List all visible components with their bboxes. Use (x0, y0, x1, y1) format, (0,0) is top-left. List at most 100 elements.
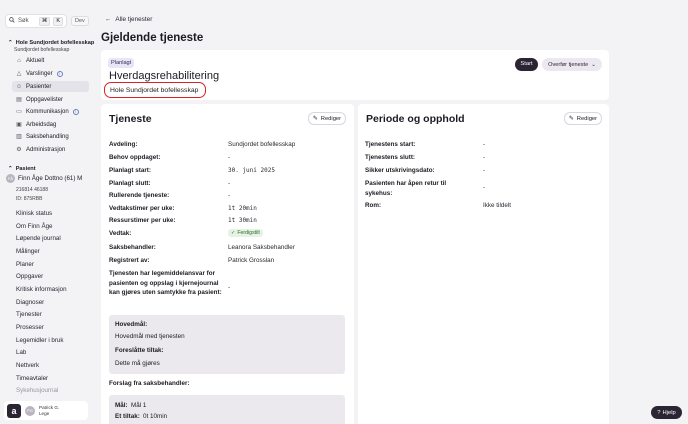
field-label: Registrert av: (109, 257, 150, 264)
sidebar-item-label: Oppgavelister (26, 96, 64, 103)
sidebar-item-oppgavelister[interactable]: ▤ Oppgavelister (12, 94, 89, 105)
status-badge: ✓ Ferdigstilt (228, 229, 263, 237)
sidebar: Søk ⌘ K Dev ⌃ Hole Sundjordet bofellesska… (0, 0, 95, 424)
start-button[interactable]: Start (515, 58, 538, 71)
sidebar-item-saksbehandling[interactable]: ▥ Saksbehandling (12, 131, 89, 142)
patient-nav-om[interactable]: Om Finn Åge (16, 223, 52, 230)
field-label: Ressurstimer per uke: (109, 217, 176, 224)
measure-label: Foreslåtte tiltak: (115, 347, 164, 354)
info-icon: i (56, 70, 63, 77)
patient-nav-planer[interactable]: Planer (16, 261, 34, 268)
user-bar[interactable]: a PG Patrick G. Lege (4, 401, 88, 420)
patient-name: Finn Åge Dottno (61) M (18, 175, 83, 182)
proposal-box: Mål: Mål 1 Et tiltak: 0t 10min (109, 395, 345, 424)
service-name: Hverdagsrehabilitering (109, 70, 220, 82)
proposal-goal-value: Mål 1 (131, 402, 147, 409)
patient-nav-sykehusjournal[interactable]: Sykehusjournal (16, 387, 58, 394)
question-icon: ? (657, 409, 661, 416)
pencil-icon: ✎ (312, 115, 318, 122)
patient-nav-kritisk-info[interactable]: Kritisk informasjon (16, 286, 67, 293)
goal-box: Hovedmål: Hovedmål med tjenesten Foreslå… (109, 315, 345, 374)
patient-nav-journal[interactable]: Løpende journal (16, 235, 61, 242)
service-unit: Hole Sundjordet bofellesskap (104, 82, 206, 98)
patient-number: 216814 46188 (16, 187, 48, 193)
back-link-label: Alle tjenester (115, 16, 153, 23)
field-label: Pasienten har åpen retur til sykehus: (365, 180, 447, 197)
sidebar-item-aktuelt[interactable]: ⌂ Aktuelt (12, 55, 89, 66)
sidebar-item-kommunikasjon[interactable]: ▭ Kommunikasjon i (12, 106, 89, 117)
patient-nav-lab[interactable]: Lab (16, 349, 26, 356)
shortcut-cmd: ⌘ (38, 16, 51, 26)
patient-nav-diagnoser[interactable]: Diagnoser (16, 299, 44, 306)
sidebar-item-varslinger[interactable]: △ Varslinger i (12, 68, 89, 79)
sidebar-item-administrasjon[interactable]: ⚙ Administrasjon (12, 144, 89, 155)
patient-nav-nettverk[interactable]: Nettverk (16, 362, 39, 369)
sidebar-item-label: Pasienter (26, 83, 52, 90)
patient-header-label: Pasient (15, 166, 36, 172)
service-details-card: Tjeneste ✎ Rediger Avdeling: Sundjordet … (101, 104, 354, 424)
field-value: Sundjordet bofellesskap (228, 141, 296, 148)
chevron-down-icon: ⌄ (591, 61, 596, 68)
search-input[interactable]: Søk ⌘ K (5, 14, 67, 28)
section-title: Periode og opphold (366, 113, 465, 125)
field-label: Tjenestens start: (365, 141, 416, 148)
field-value: 1t 30min (228, 217, 257, 224)
field-value: - (483, 141, 486, 148)
sidebar-item-pasienter[interactable]: ☺ Pasienter (12, 81, 89, 92)
field-value: - (483, 154, 486, 161)
sidebar-item-label: Aktuelt (26, 57, 45, 64)
transfer-service-button[interactable]: Overfør tjeneste ⌄ (542, 58, 602, 71)
chevron-up-icon: ⌃ (8, 40, 13, 46)
field-label: Sikker utskrivingsdato: (365, 167, 435, 174)
edit-service-button[interactable]: ✎ Rediger (308, 112, 346, 125)
service-header-card: Planlagt Hverdagsrehabilitering Hole Sun… (101, 50, 609, 100)
edit-label: Rediger (576, 115, 598, 122)
proposal-measure-value: 0t 10min (143, 413, 168, 420)
transfer-label: Overfør tjeneste (548, 61, 589, 68)
briefcase-icon: ▣ (16, 121, 22, 128)
sidebar-item-arbeidsdag[interactable]: ▣ Arbeidsdag (12, 119, 89, 130)
user-name: Patrick G. (39, 405, 60, 410)
sidebar-item-label: Kommunikasjon (26, 108, 69, 115)
chevron-up-icon: ⌃ (8, 166, 13, 172)
arrow-left-icon: ← (105, 16, 112, 23)
field-value: 30. juni 2025 (228, 167, 275, 174)
patient-nav-tjenester[interactable]: Tjenester (16, 311, 42, 318)
patient-nav-legemidler[interactable]: Legemidler i bruk (16, 337, 63, 344)
patient-section-header[interactable]: ⌃ Pasient (8, 166, 36, 172)
field-label: Rom: (365, 202, 382, 209)
gear-icon: ⚙ (16, 146, 22, 153)
field-label: Avdeling: (109, 141, 138, 148)
patient-nav-prosesser[interactable]: Prosesser (16, 324, 44, 331)
org-title: Hole Sundjordet bofellesskap (15, 40, 95, 46)
pencil-icon: ✎ (568, 115, 574, 122)
patient-nav-oppgaver[interactable]: Oppgaver (16, 273, 43, 280)
status-badge: Planlagt (108, 58, 135, 68)
proposal-title: Forslag fra saksbehandler: (109, 380, 190, 387)
field-value: Leanora Saksbehandler (228, 244, 295, 251)
patient-nav-malinger[interactable]: Målinger (16, 248, 40, 255)
sidebar-item-label: Saksbehandling (26, 133, 69, 140)
goal-value: Hovedmål med tjenesten (115, 333, 185, 340)
search-icon (9, 17, 15, 25)
period-card: Periode og opphold ✎ Rediger Tjenestens … (358, 104, 609, 424)
back-link[interactable]: ← Alle tjenester (105, 16, 152, 23)
section-title: Tjeneste (109, 113, 152, 125)
patient-nav-klinisk-status[interactable]: Klinisk status (16, 210, 52, 217)
user-role: Lege (39, 410, 50, 416)
field-label: Saksbehandler: (109, 244, 156, 251)
field-label: Planlagt start: (109, 167, 151, 174)
patient-selector[interactable]: FÅ Finn Åge Dottno (61) M (6, 174, 82, 183)
edit-period-button[interactable]: ✎ Rediger (564, 112, 602, 125)
org-selector[interactable]: ⌃ Hole Sundjordet bofellesskap Sundjordet… (8, 40, 95, 53)
help-button[interactable]: ? Hjelp (651, 406, 682, 419)
patient-nav-timeavtaler[interactable]: Timeavtaler (16, 375, 48, 382)
field-label: Tjenestens slutt: (365, 154, 416, 161)
field-label: Rullerende tjeneste: (109, 192, 170, 199)
goal-label: Hovedmål: (115, 321, 148, 328)
dev-button[interactable]: Dev (71, 16, 89, 26)
measure-value: Dette må gjøres (115, 360, 160, 367)
patient-id: ID: 875RBB (16, 196, 43, 202)
field-label: Tjenesten har legemiddelansvar for pasie… (109, 270, 222, 296)
page-title: Gjeldende tjeneste (101, 32, 204, 44)
